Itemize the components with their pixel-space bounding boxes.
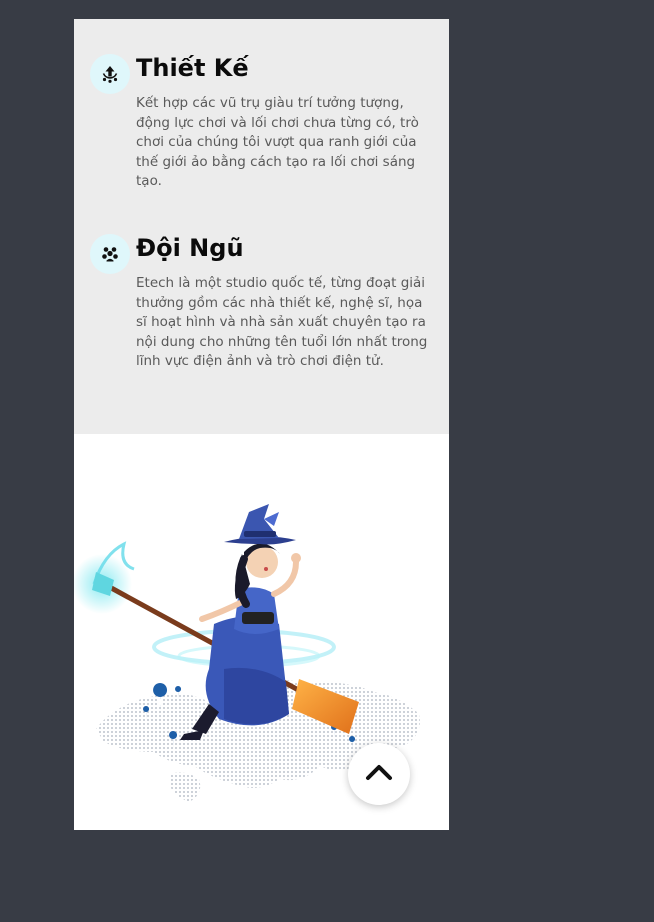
feature-description: Kết hợp các vũ trụ giàu trí tưởng tượng,…: [136, 95, 419, 189]
features-section: Thiết Kế Kết hợp các vũ trụ giàu trí tưở…: [74, 19, 449, 434]
design-upload-icon: [90, 54, 130, 94]
chevron-up-icon: [365, 763, 393, 785]
mobile-viewport: Thiết Kế Kết hợp các vũ trụ giàu trí tưở…: [74, 19, 449, 830]
feature-description: Etech là một studio quốc tế, từng đoạt g…: [136, 275, 428, 369]
feature-title: Thiết Kế: [136, 54, 249, 82]
team-people-icon: [90, 234, 130, 274]
feature-title: Đội Ngũ: [136, 234, 244, 262]
back-to-top-button[interactable]: [348, 743, 410, 805]
